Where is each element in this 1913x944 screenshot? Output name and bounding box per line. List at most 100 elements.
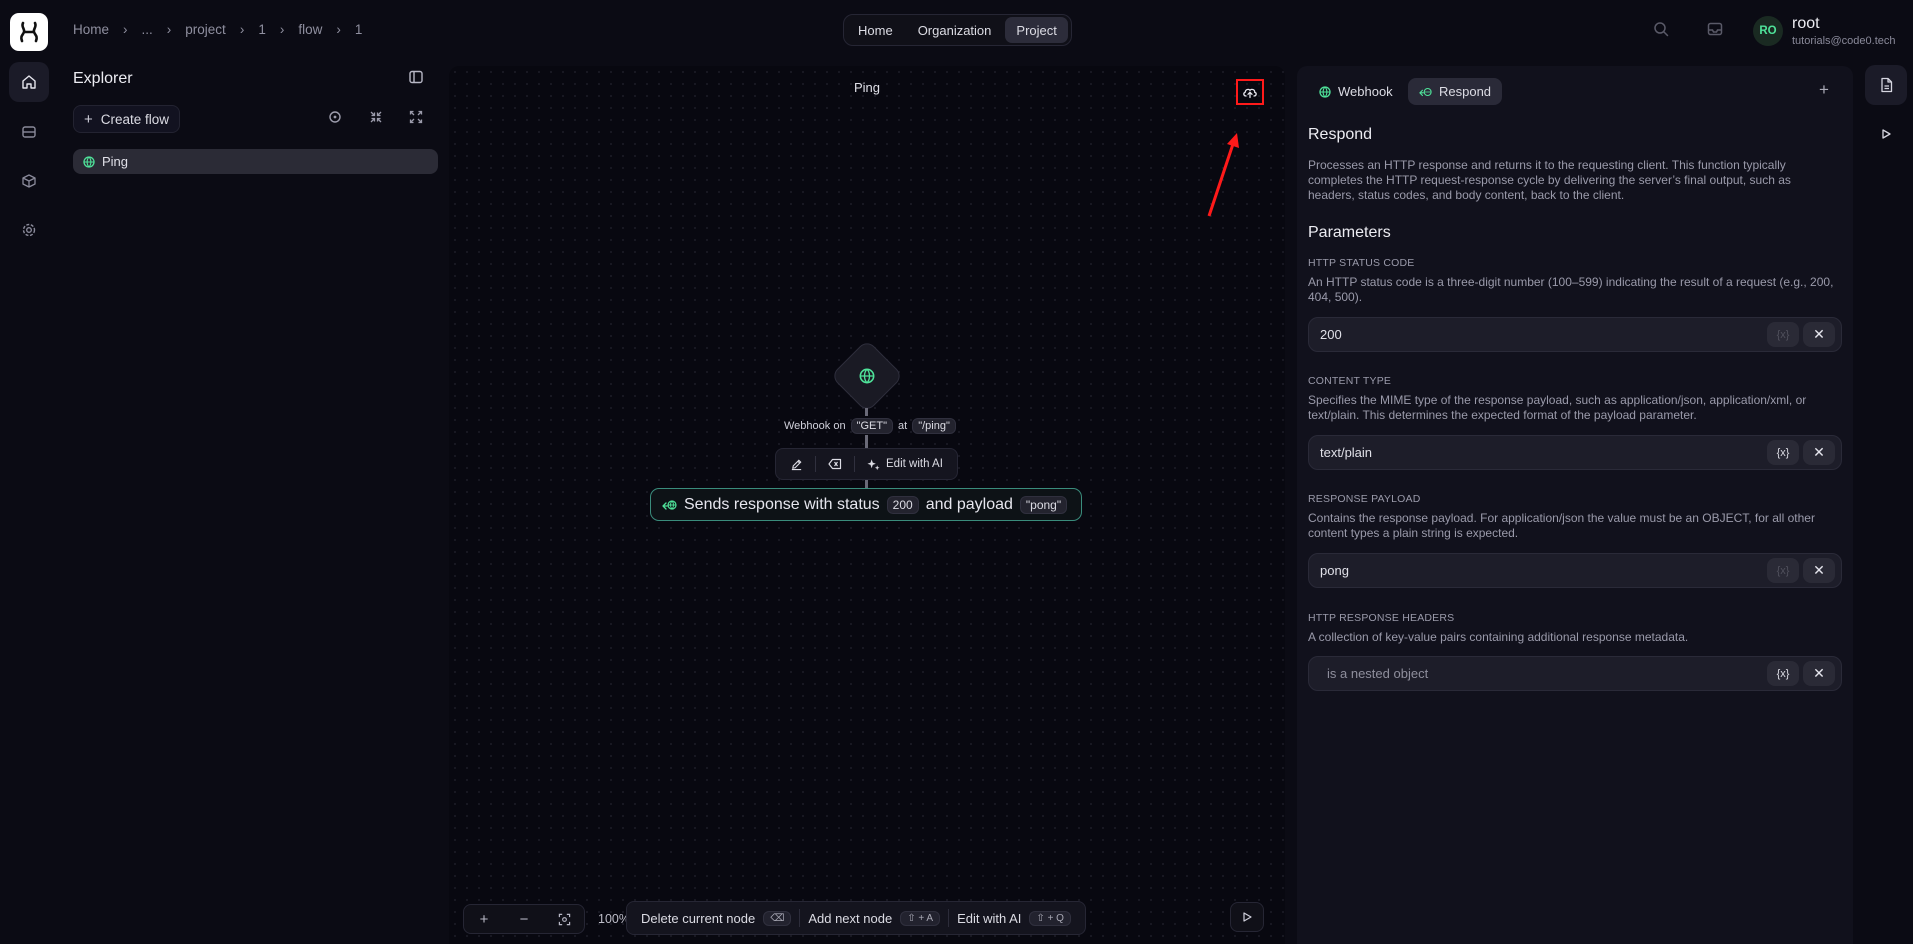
flow-item-label: Ping: [102, 154, 129, 169]
clear-button[interactable]: ✕: [1803, 558, 1835, 583]
edit-icon: [791, 459, 802, 470]
param-label: RESPONSE PAYLOAD: [1308, 493, 1421, 505]
avatar[interactable]: RO: [1753, 16, 1783, 46]
variable-button[interactable]: {x}: [1767, 440, 1799, 465]
inbox-icon[interactable]: [1706, 20, 1726, 40]
respond-icon: [662, 499, 677, 511]
respond-payload-chip: "pong": [1019, 495, 1068, 514]
document-icon[interactable]: [1865, 65, 1907, 105]
param-description: Contains the response payload. For appli…: [1308, 511, 1815, 540]
minus-icon: −: [519, 910, 529, 928]
explorer-title: Explorer: [73, 70, 133, 87]
param-label: HTTP STATUS CODE: [1308, 257, 1415, 269]
database-nav-icon[interactable]: [9, 112, 49, 152]
chevron-right-icon: ›: [166, 22, 172, 37]
breadcrumb-flow[interactable]: flow: [298, 22, 322, 37]
parameters-title: Parameters: [1308, 224, 1391, 241]
zoom-out-button[interactable]: −: [504, 905, 544, 933]
run-flow-button[interactable]: [1230, 902, 1264, 932]
shortcut-bar: Delete current node ⌫ Add next node ⇧ + …: [626, 901, 1086, 935]
sidebar-toggle-icon[interactable]: [408, 69, 428, 89]
shortcut-label: Add next node: [808, 910, 893, 926]
webhook-method-chip: "GET": [850, 418, 893, 434]
canvas-title: Ping: [853, 80, 881, 95]
shortcut-key: ⌫: [763, 910, 792, 926]
play-icon[interactable]: [1865, 114, 1907, 154]
respond-prefix: Sends response with status: [684, 495, 880, 513]
top-nav: Home Organization Project: [843, 14, 1072, 46]
package-nav-icon[interactable]: [9, 161, 49, 201]
deploy-button[interactable]: [1236, 79, 1264, 105]
breadcrumb-home[interactable]: Home: [73, 22, 109, 37]
edge-connector: [865, 435, 868, 448]
shortcut-key: ⇧ + Q: [1029, 910, 1071, 926]
search-icon[interactable]: [1652, 20, 1672, 40]
app-rail: [0, 0, 58, 944]
expand-icon[interactable]: [408, 109, 428, 129]
chevron-right-icon: ›: [336, 22, 341, 37]
respond-icon: [1419, 87, 1432, 96]
create-flow-button[interactable]: + Create flow: [73, 105, 181, 133]
breadcrumb-project-id[interactable]: 1: [258, 22, 266, 37]
delete-node-shortcut[interactable]: Delete current node ⌫: [633, 910, 799, 926]
webhook-trigger-label: Webhook on "GET" at "/ping": [784, 418, 956, 434]
webhook-prefix: Webhook on: [784, 420, 846, 432]
webhook-icon: [83, 155, 95, 168]
settings-nav-icon[interactable]: [9, 210, 49, 250]
fit-view-icon: [558, 913, 570, 925]
variable-button[interactable]: {x}: [1767, 558, 1799, 583]
edit-with-ai-button[interactable]: Edit with AI: [861, 453, 949, 475]
home-nav-icon[interactable]: [9, 62, 49, 102]
variable-button[interactable]: {x}: [1767, 322, 1799, 347]
clear-button[interactable]: ✕: [1803, 661, 1835, 686]
panel-tab-label: Respond: [1439, 84, 1492, 99]
webhook-at: at: [898, 420, 908, 432]
status-code-field[interactable]: 200 {x} ✕: [1308, 317, 1842, 352]
breadcrumb-ellipsis[interactable]: ...: [142, 22, 153, 37]
add-tab-plus-icon[interactable]: +: [1819, 80, 1829, 100]
panel-tab-webhook[interactable]: Webhook: [1308, 78, 1404, 105]
panel-description: Processes an HTTP response and returns i…: [1308, 158, 1791, 202]
panel-tab-respond[interactable]: Respond: [1408, 78, 1503, 105]
clear-button[interactable]: ✕: [1803, 322, 1835, 347]
response-payload-value: pong: [1320, 563, 1349, 578]
add-node-shortcut[interactable]: Add next node ⇧ + A: [800, 910, 948, 926]
edit-node-button[interactable]: [784, 453, 809, 475]
response-headers-field[interactable]: is a nested object {x} ✕: [1308, 656, 1842, 691]
cloud-upload-icon: [1243, 88, 1257, 99]
flow-canvas[interactable]: Ping Webhook on "GET" at "/ping" Edit wi…: [449, 66, 1285, 944]
edge-connector: [865, 480, 868, 488]
panel-tab-label: Webhook: [1338, 84, 1393, 99]
sparkles-icon: [867, 458, 880, 470]
nav-tab-project[interactable]: Project: [1005, 17, 1068, 43]
respond-node[interactable]: Sends response with status 200 and paylo…: [650, 488, 1082, 521]
target-icon[interactable]: [327, 109, 347, 129]
respond-middle: and payload: [925, 495, 1013, 513]
panel-title: Respond: [1308, 126, 1373, 143]
shortcut-label: Delete current node: [641, 910, 756, 926]
response-payload-field[interactable]: pong {x} ✕: [1308, 553, 1842, 588]
flow-item-ping[interactable]: Ping: [73, 149, 438, 174]
variable-button[interactable]: {x}: [1767, 661, 1799, 686]
edit-with-ai-shortcut[interactable]: Edit with AI ⇧ + Q: [949, 910, 1079, 926]
fit-view-button[interactable]: [544, 905, 584, 933]
breadcrumb-project[interactable]: project: [185, 22, 226, 37]
delete-node-button[interactable]: [822, 453, 848, 475]
collapse-icon[interactable]: [368, 109, 388, 129]
clear-button[interactable]: ✕: [1803, 440, 1835, 465]
nav-tab-home[interactable]: Home: [847, 17, 904, 43]
edge-connector: [865, 408, 868, 416]
content-type-field[interactable]: text/plain {x} ✕: [1308, 435, 1842, 470]
nav-tab-organization[interactable]: Organization: [907, 17, 1003, 43]
divider: [815, 456, 816, 472]
zoom-in-button[interactable]: +: [464, 905, 504, 933]
webhook-icon: [1319, 85, 1331, 98]
play-icon: [1243, 912, 1252, 922]
param-description: A collection of key-value pairs containi…: [1308, 630, 1689, 644]
app-logo[interactable]: [10, 13, 48, 51]
chevron-right-icon: ›: [279, 22, 285, 37]
node-toolbar: Edit with AI: [775, 448, 958, 480]
divider: [854, 456, 855, 472]
respond-status-chip: 200: [886, 495, 919, 514]
breadcrumb-flow-id[interactable]: 1: [355, 22, 363, 37]
